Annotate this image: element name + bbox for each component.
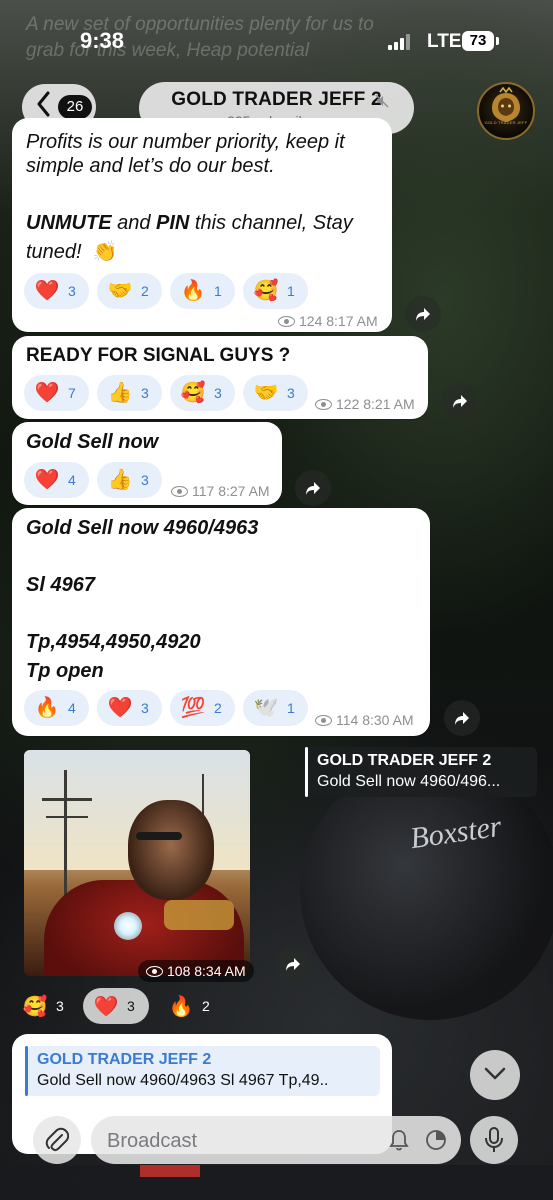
reply-title: GOLD TRADER JEFF 2 [317,752,492,769]
reaction-smiling-hearts[interactable]: 🥰 3 [170,375,235,411]
forward-icon [286,958,300,971]
reaction-smiling-hearts[interactable]: 🥰 1 [243,273,308,309]
message-input-container[interactable] [91,1116,461,1164]
share-button[interactable] [275,946,311,982]
message-text: Tp open [26,660,104,682]
reaction-handshake[interactable]: 🤝 3 [243,375,308,411]
message-text: Tp,4954,4950,4920 [26,631,201,653]
views-icon [278,315,295,327]
reaction-handshake[interactable]: 🤝 2 [97,273,162,309]
wallpaper-car [300,760,553,1020]
views-icon [315,398,332,410]
attach-button[interactable] [33,1116,81,1164]
reaction-heart[interactable]: ❤️ 7 [24,375,89,411]
reaction-smiling-hearts[interactable]: 🥰 3 [12,988,76,1024]
reaction-heart[interactable]: ❤️ 4 [24,462,89,498]
status-bar: 9:38 LTE 73 [0,0,553,80]
forward-icon [455,712,469,725]
channel-title: GOLD TRADER JEFF 2 [171,89,382,110]
chevron-down-icon [484,1067,506,1080]
photo-attachment[interactable] [24,750,250,976]
quote-text: Gold Sell now 4960/4963 Sl 4967 Tp,49.. [37,1072,329,1089]
message-text: Gold Sell now 4960/4963 [26,517,259,539]
reaction-dove[interactable]: 🕊️ 1 [243,690,308,726]
bell-icon[interactable] [388,1128,410,1152]
wallpaper-chart-strip [0,1165,553,1200]
message-text: UNMUTE and PIN this channel, Stay [26,212,353,234]
scroll-down-button[interactable] [470,1050,520,1100]
signal-icon [388,34,414,50]
message-text: READY FOR SIGNAL GUYS ? [26,345,291,366]
views-icon [315,714,332,726]
quote-title: GOLD TRADER JEFF 2 [37,1051,212,1068]
channel-avatar[interactable]: GOLD TRADER JEFF [477,82,535,140]
reply-text: Gold Sell now 4960/496... [317,773,501,790]
reaction-fire[interactable]: 🔥 4 [24,690,89,726]
status-time: 9:38 [80,28,125,53]
muted-icon [375,94,389,108]
share-button[interactable] [295,470,331,506]
message-text: Sl 4967 [26,574,95,596]
message-meta: 124 8:17 AM [278,313,378,329]
timer-icon[interactable] [424,1128,448,1152]
microphone-button[interactable] [470,1116,518,1164]
reply-preview[interactable]: GOLD TRADER JEFF 2 Gold Sell now 4960/49… [305,747,537,797]
microphone-icon [485,1127,503,1152]
reaction-heart[interactable]: ❤️ 3 [97,690,162,726]
views-icon [146,965,163,977]
unread-count-badge: 26 [58,95,92,119]
photo-meta: 108 8:34 AM [138,960,254,982]
forward-icon [306,482,320,495]
network-type: LTE [427,31,462,52]
lion-logo-icon [492,86,520,122]
share-button[interactable] [442,383,478,419]
arc-reactor [114,912,142,940]
avatar-caption: GOLD TRADER JEFF [484,120,528,125]
reaction-thumbs-up[interactable]: 👍 3 [97,375,162,411]
message-meta: 114 8:30 AM [315,712,414,728]
forward-icon [453,395,467,408]
share-button[interactable] [405,296,441,332]
message-meta: 122 8:21 AM [315,396,415,412]
reaction-hundred[interactable]: 💯 2 [170,690,235,726]
battery-icon: 73 [462,31,494,51]
reaction-fire[interactable]: 🔥 2 [158,988,222,1024]
message-meta: 117 8:27 AM [171,483,270,499]
reaction-heart[interactable]: ❤️ 3 [24,273,89,309]
share-button[interactable] [444,700,480,736]
reaction-thumbs-up[interactable]: 👍 3 [97,462,162,498]
message-text: tuned! 👏 [26,241,118,263]
battery-tip [496,37,499,45]
message-text: simple and let’s do our best. [26,155,275,177]
paperclip-icon [45,1127,69,1152]
message-text: Gold Sell now [26,431,159,453]
quoted-message[interactable]: GOLD TRADER JEFF 2 Gold Sell now 4960/49… [25,1046,380,1096]
forward-icon [416,308,430,321]
reaction-fire[interactable]: 🔥 1 [170,273,235,309]
reaction-heart[interactable]: ❤️ 3 [83,988,149,1024]
broadcast-input[interactable] [105,1126,379,1156]
views-icon [171,485,188,497]
